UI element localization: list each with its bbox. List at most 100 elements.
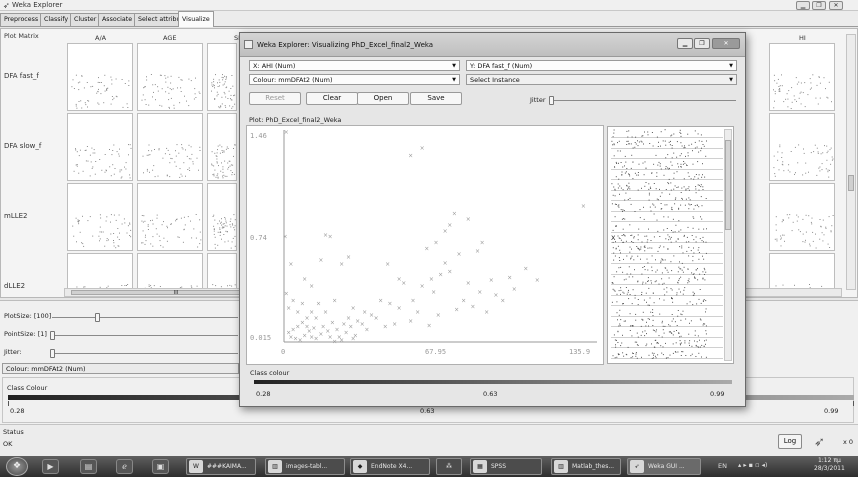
matrix-cell[interactable] xyxy=(207,183,237,251)
matrix-dot xyxy=(76,107,78,109)
dialog-jitter-slider[interactable] xyxy=(550,100,736,101)
maximize-button[interactable]: ❐ xyxy=(812,1,826,10)
matrix-cell[interactable] xyxy=(67,43,133,111)
attribute-bar[interactable] xyxy=(611,171,723,180)
tab-associate[interactable]: Associate xyxy=(98,13,137,26)
attribute-bar[interactable] xyxy=(611,202,723,212)
jitter-slider-knob[interactable] xyxy=(50,349,55,358)
dialog-minimize-button[interactable]: ▁ xyxy=(677,38,693,49)
matrix-dot xyxy=(163,237,165,239)
image-viewer-icon[interactable]: ▣ xyxy=(152,459,169,474)
taskbar-item-blackberry[interactable]: ⁂ xyxy=(436,458,462,475)
minimize-button[interactable]: ▁ xyxy=(796,1,810,10)
attribute-bar[interactable] xyxy=(611,234,723,243)
attribute-bar[interactable] xyxy=(611,339,723,348)
explorer-icon[interactable]: ▤ xyxy=(80,459,97,474)
pointsize-slider[interactable] xyxy=(52,335,238,336)
jitter-slider[interactable] xyxy=(52,353,238,354)
attribute-dot xyxy=(650,311,652,313)
scatter-plot-svg[interactable]: 1.46 0.74 0.015 0 67.95 135.9 ××××××××××… xyxy=(247,126,603,364)
x-axis-combo[interactable]: X: AHI (Num) ▼ xyxy=(249,60,460,71)
taskbar-item-weka[interactable]: ➶ Weka GUI ... xyxy=(627,458,701,475)
attribute-bar[interactable] xyxy=(611,160,723,170)
tab-cluster[interactable]: Cluster xyxy=(70,13,101,26)
pointsize-slider-knob[interactable] xyxy=(50,331,55,340)
colour-combo[interactable]: Colour: mmDFAt2 (Num) ▼ xyxy=(249,74,460,85)
attribute-bar[interactable] xyxy=(611,328,723,338)
attribute-bar[interactable] xyxy=(611,318,723,327)
matrix-dot xyxy=(99,240,100,242)
matrix-dot xyxy=(75,217,77,219)
browser-icon[interactable]: ℯ xyxy=(116,459,133,474)
matrix-cell[interactable] xyxy=(769,113,835,181)
matrix-cell[interactable] xyxy=(207,113,237,181)
matrix-dot xyxy=(190,146,192,148)
matrix-cell[interactable] xyxy=(137,43,203,111)
matrix-cell[interactable] xyxy=(137,113,203,181)
taskbar-item-word[interactable]: W ###KAIMA... xyxy=(186,458,256,475)
dialog-maximize-button[interactable]: ❐ xyxy=(694,38,710,49)
close-button[interactable]: ✕ xyxy=(829,1,843,10)
matrix-dot xyxy=(830,147,832,149)
clear-button[interactable]: Clear xyxy=(306,92,358,105)
clock[interactable]: 1:12 πμ 28/3/2011 xyxy=(814,457,845,473)
attribute-bar[interactable] xyxy=(611,192,723,201)
language-indicator[interactable]: EN xyxy=(718,462,727,470)
attribute-dot xyxy=(629,197,631,199)
colour-combo[interactable]: Colour: mmDFAt2 (Num) xyxy=(2,363,239,374)
attribute-dot xyxy=(660,260,662,262)
vertical-scrollbar-thumb[interactable] xyxy=(848,175,854,191)
attribute-bar[interactable] xyxy=(611,297,723,306)
attribute-bar[interactable] xyxy=(611,307,723,317)
attribute-bar[interactable] xyxy=(611,213,723,222)
dialog-close-button[interactable]: ✕ xyxy=(712,38,740,49)
attribute-dot xyxy=(689,203,691,205)
attribute-bar[interactable] xyxy=(611,255,723,264)
open-button[interactable]: Open xyxy=(357,92,409,105)
attribute-bars-scrollbar-thumb[interactable] xyxy=(725,140,731,230)
save-button[interactable]: Save xyxy=(410,92,462,105)
attribute-bar[interactable] xyxy=(611,129,723,138)
taskbar-item-images[interactable]: ▥ images-tabl... xyxy=(265,458,345,475)
matrix-dot xyxy=(826,96,828,98)
dialog-jitter-knob[interactable] xyxy=(549,96,554,105)
taskbar-item-matlab[interactable]: ▥ Matlab_thes... xyxy=(551,458,621,475)
tab-visualize[interactable]: Visualize xyxy=(178,11,214,27)
media-player-icon[interactable]: ▶ xyxy=(42,459,59,474)
attribute-dot xyxy=(697,183,699,185)
matrix-dot xyxy=(164,75,166,77)
start-button[interactable]: ❖ xyxy=(6,457,28,476)
tray-icons[interactable]: ▴ ▸ ▪ ▫ ◂) xyxy=(738,461,767,469)
reset-button[interactable]: Reset xyxy=(249,92,301,105)
attribute-bars-panel[interactable] xyxy=(607,126,734,364)
attribute-bars-scrollbar[interactable] xyxy=(724,129,732,361)
attribute-bar[interactable] xyxy=(611,350,723,359)
attribute-bar[interactable] xyxy=(611,181,723,191)
matrix-vertical-scrollbar[interactable] xyxy=(846,34,856,290)
matrix-dot xyxy=(217,93,219,95)
plotsize-slider[interactable] xyxy=(52,317,238,318)
matrix-cell[interactable] xyxy=(207,43,237,111)
taskbar-item-spss[interactable]: ▦ SPSS xyxy=(470,458,542,475)
attribute-bar[interactable] xyxy=(611,265,723,275)
matrix-cell[interactable] xyxy=(67,113,133,181)
matrix-cell[interactable] xyxy=(769,183,835,251)
tab-preprocess[interactable]: Preprocess xyxy=(0,13,43,26)
attribute-bar[interactable] xyxy=(611,139,723,149)
matrix-cell[interactable] xyxy=(769,43,835,111)
scatter-plot[interactable]: 1.46 0.74 0.015 0 67.95 135.9 × × × × × × × × × ×… xyxy=(246,125,604,365)
attribute-bar[interactable] xyxy=(611,276,723,285)
plotsize-slider-knob[interactable] xyxy=(95,313,100,322)
taskbar-item-endnote[interactable]: ◆ EndNote X4... xyxy=(350,458,430,475)
attribute-bar[interactable] xyxy=(611,150,723,159)
tab-classify[interactable]: Classify xyxy=(40,13,73,26)
attribute-bar[interactable] xyxy=(611,245,723,254)
matrix-cell[interactable] xyxy=(137,183,203,251)
select-instance-combo[interactable]: Select Instance ▼ xyxy=(466,74,737,85)
attribute-bar[interactable] xyxy=(611,223,723,233)
attribute-dot xyxy=(679,343,681,345)
y-axis-combo[interactable]: Y: DFA fast_f (Num) ▼ xyxy=(466,60,737,71)
log-button[interactable]: Log xyxy=(778,434,802,449)
matrix-cell[interactable] xyxy=(67,183,133,251)
attribute-bar[interactable] xyxy=(611,286,723,296)
